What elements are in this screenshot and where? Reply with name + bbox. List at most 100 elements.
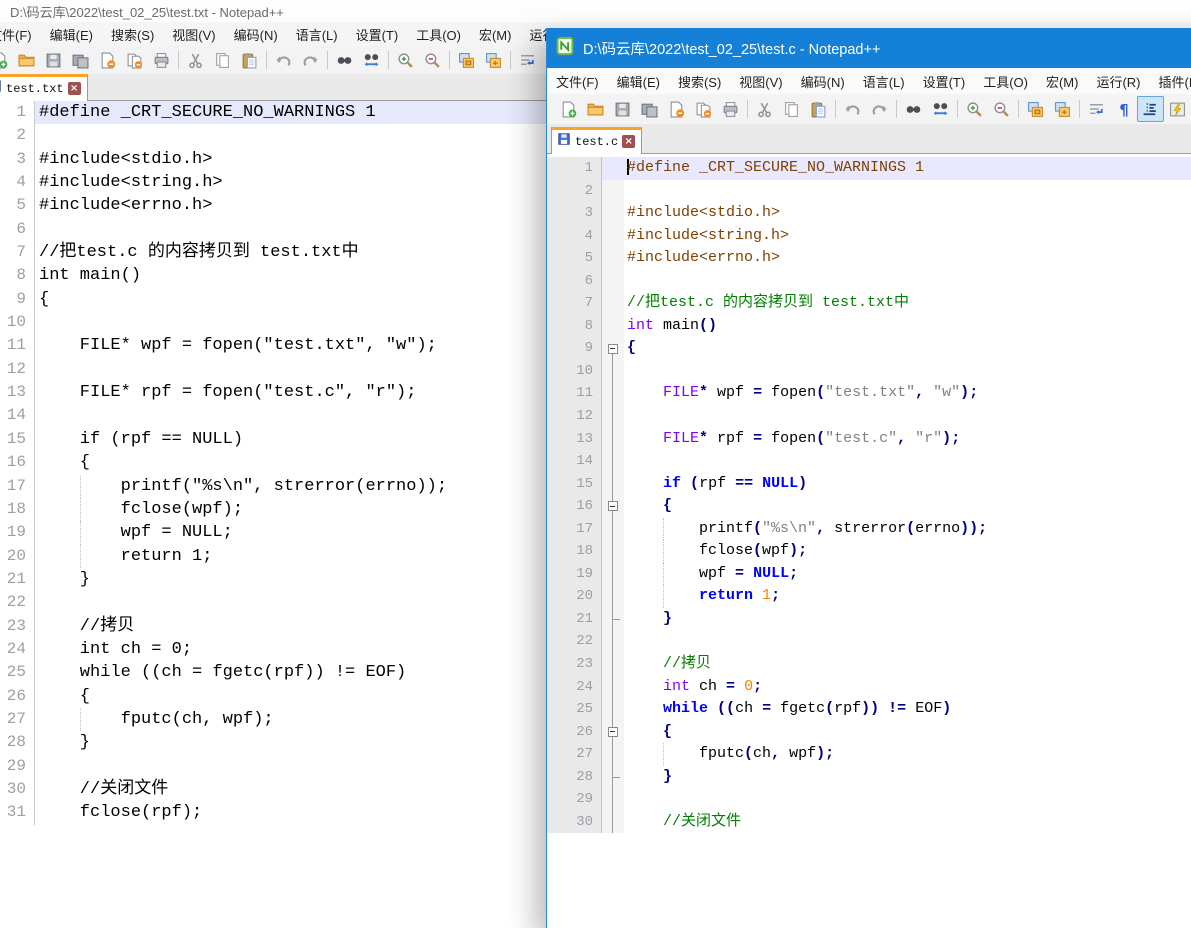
fold-margin[interactable] xyxy=(602,270,624,293)
fold-margin[interactable] xyxy=(602,292,624,315)
sync-scroll-v-icon[interactable] xyxy=(453,47,480,73)
new-file-icon[interactable] xyxy=(555,96,582,122)
save-icon[interactable] xyxy=(609,96,636,122)
cut-icon[interactable] xyxy=(182,47,209,73)
save-all-icon[interactable] xyxy=(67,47,94,73)
tab-test-txt[interactable]: test.txt × xyxy=(0,74,88,101)
menu-item-文件F[interactable]: 文件(F) xyxy=(547,69,608,94)
menu-item-编辑E[interactable]: 编辑(E) xyxy=(41,22,102,47)
open-folder-icon[interactable] xyxy=(13,47,40,73)
fold-margin[interactable] xyxy=(602,585,624,608)
menu-item-工具O[interactable]: 工具(O) xyxy=(974,69,1037,94)
function-list-icon[interactable] xyxy=(1164,96,1191,122)
menu-item-语言L[interactable]: 语言(L) xyxy=(854,69,914,94)
fold-margin[interactable] xyxy=(602,653,624,676)
indent-guide-icon[interactable] xyxy=(1137,96,1164,122)
close-file-icon[interactable] xyxy=(94,47,121,73)
menu-item-搜索S[interactable]: 搜索(S) xyxy=(669,69,730,94)
zoom-in-icon[interactable] xyxy=(392,47,419,73)
zoom-in-icon[interactable] xyxy=(961,96,988,122)
fold-margin[interactable] xyxy=(602,743,624,766)
menu-item-编码N[interactable]: 编码(N) xyxy=(225,22,287,47)
fold-margin[interactable] xyxy=(602,247,624,270)
fold-collapse-icon[interactable] xyxy=(608,501,618,511)
fold-margin[interactable] xyxy=(602,473,624,496)
paste-icon[interactable] xyxy=(805,96,832,122)
fold-margin[interactable] xyxy=(602,495,624,518)
fold-margin[interactable] xyxy=(602,676,624,699)
bg-titlebar[interactable]: D:\码云库\2022\test_02_25\test.txt - Notepa… xyxy=(0,0,1191,22)
sync-scroll-v-icon[interactable] xyxy=(1022,96,1049,122)
word-wrap-icon[interactable] xyxy=(1083,96,1110,122)
paste-icon[interactable] xyxy=(236,47,263,73)
close-all-icon[interactable] xyxy=(121,47,148,73)
fold-margin[interactable] xyxy=(602,811,624,834)
tab-close-icon[interactable]: × xyxy=(622,135,635,148)
menu-item-设置T[interactable]: 设置(T) xyxy=(347,22,408,47)
fold-margin[interactable] xyxy=(602,225,624,248)
sync-scroll-h-icon[interactable] xyxy=(1049,96,1076,122)
menu-item-视图V[interactable]: 视图(V) xyxy=(730,69,791,94)
menu-item-运行R[interactable]: 运行(R) xyxy=(1087,69,1149,94)
close-all-icon[interactable] xyxy=(690,96,717,122)
fold-margin[interactable] xyxy=(602,698,624,721)
fold-margin[interactable] xyxy=(602,428,624,451)
fold-margin[interactable] xyxy=(602,450,624,473)
fold-collapse-icon[interactable] xyxy=(608,727,618,737)
fg-titlebar[interactable]: D:\码云库\2022\test_02_25\test.c - Notepad+… xyxy=(547,28,1191,68)
zoom-out-icon[interactable] xyxy=(988,96,1015,122)
tab-test-c[interactable]: test.c × xyxy=(551,127,642,154)
save-all-icon[interactable] xyxy=(636,96,663,122)
menu-item-搜索S[interactable]: 搜索(S) xyxy=(102,22,163,47)
text-editor-test-c[interactable]: 1#define _CRT_SECURE_NO_WARNINGS 123#inc… xyxy=(547,154,1191,833)
menu-item-文件F[interactable]: 文件(F) xyxy=(0,22,41,47)
fold-margin[interactable] xyxy=(602,766,624,789)
sync-scroll-h-icon[interactable] xyxy=(480,47,507,73)
find-icon[interactable] xyxy=(900,96,927,122)
fold-margin[interactable] xyxy=(602,382,624,405)
fold-margin[interactable] xyxy=(602,563,624,586)
open-folder-icon[interactable] xyxy=(582,96,609,122)
copy-icon[interactable] xyxy=(209,47,236,73)
new-file-icon[interactable] xyxy=(0,47,13,73)
menu-item-插件P[interactable]: 插件(P) xyxy=(1150,69,1191,94)
cut-icon[interactable] xyxy=(751,96,778,122)
fold-margin[interactable] xyxy=(602,360,624,383)
word-wrap-icon[interactable] xyxy=(514,47,541,73)
fold-margin[interactable] xyxy=(602,337,624,360)
menu-item-设置T[interactable]: 设置(T) xyxy=(914,69,975,94)
menu-item-视图V[interactable]: 视图(V) xyxy=(163,22,224,47)
undo-icon[interactable] xyxy=(839,96,866,122)
print-icon[interactable] xyxy=(148,47,175,73)
fold-margin[interactable] xyxy=(602,202,624,225)
fold-margin[interactable] xyxy=(602,518,624,541)
fold-margin[interactable] xyxy=(602,608,624,631)
menu-item-编辑E[interactable]: 编辑(E) xyxy=(608,69,669,94)
fold-margin[interactable] xyxy=(602,630,624,653)
tab-close-icon[interactable]: × xyxy=(68,82,81,95)
show-symbols-icon[interactable]: ¶ xyxy=(1110,96,1137,122)
fold-margin[interactable] xyxy=(602,788,624,811)
fold-collapse-icon[interactable] xyxy=(608,344,618,354)
menu-item-语言L[interactable]: 语言(L) xyxy=(287,22,347,47)
redo-icon[interactable] xyxy=(297,47,324,73)
save-icon[interactable] xyxy=(40,47,67,73)
close-file-icon[interactable] xyxy=(663,96,690,122)
undo-icon[interactable] xyxy=(270,47,297,73)
fold-margin[interactable] xyxy=(602,540,624,563)
fold-margin[interactable] xyxy=(602,157,624,180)
fold-margin[interactable] xyxy=(602,180,624,203)
menu-item-宏M[interactable]: 宏(M) xyxy=(1037,69,1088,94)
redo-icon[interactable] xyxy=(866,96,893,122)
replace-icon[interactable] xyxy=(358,47,385,73)
copy-icon[interactable] xyxy=(778,96,805,122)
menu-item-编码N[interactable]: 编码(N) xyxy=(792,69,854,94)
zoom-out-icon[interactable] xyxy=(419,47,446,73)
fold-margin[interactable] xyxy=(602,405,624,428)
fold-margin[interactable] xyxy=(602,721,624,744)
menu-item-宏M[interactable]: 宏(M) xyxy=(470,22,521,47)
print-icon[interactable] xyxy=(717,96,744,122)
find-icon[interactable] xyxy=(331,47,358,73)
fold-margin[interactable] xyxy=(602,315,624,338)
replace-icon[interactable] xyxy=(927,96,954,122)
